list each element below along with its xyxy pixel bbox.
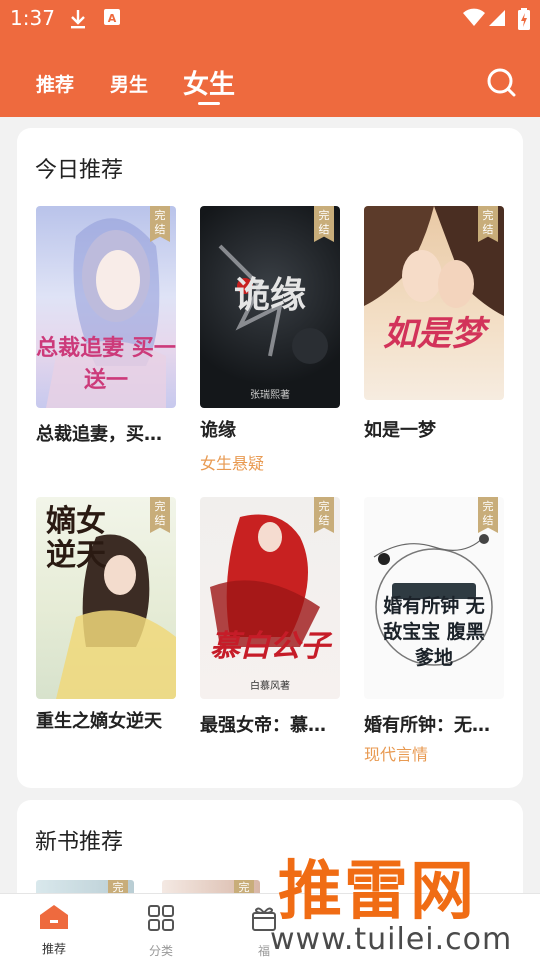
tab-male[interactable]: 男生 — [110, 70, 148, 97]
book-cover: 总裁追妻 买一送一 完结 — [36, 206, 176, 408]
today-recommend-card: 今日推荐 总裁追妻 买一送一 完结 总裁追妻，买… 诡缘 张瑞熙著 完结 诡缘 … — [17, 128, 523, 788]
book-item[interactable]: 慕白公子 白慕风著 完结 最强女帝：慕… — [200, 497, 340, 736]
nav-item-recommend[interactable]: 推荐 — [24, 904, 84, 957]
cover-author: 白慕风著 — [250, 681, 290, 692]
book-cover: 嫡女逆天 完结 — [36, 497, 176, 699]
book-title: 总裁追妻，买… — [36, 424, 162, 445]
status-time: 1:37 — [10, 6, 55, 30]
cover-text: 婚有所钟 无敌宝宝 腹黑爹地 — [383, 595, 485, 669]
search-icon[interactable] — [486, 67, 516, 97]
book-item[interactable]: 嫡女逆天 完结 重生之嫡女逆天 — [36, 497, 176, 732]
section-title: 今日推荐 — [35, 158, 124, 183]
download-icon — [68, 8, 88, 34]
home-icon — [39, 905, 69, 934]
grid-icon — [147, 905, 175, 936]
book-item[interactable]: 婚有所钟 无敌宝宝 腹黑爹地 完结 婚有所钟：无… 现代言情 — [364, 497, 504, 764]
book-item[interactable]: 如是梦 完结 如是一梦 — [364, 206, 504, 441]
status-bar: 1:37 A — [0, 0, 540, 36]
bottom-navigation: 推荐 分类 福 — [0, 893, 540, 960]
book-item[interactable]: 诡缘 张瑞熙著 完结 诡缘 女生悬疑 — [200, 206, 340, 473]
book-title: 如是一梦 — [364, 420, 436, 441]
book-cover: 慕白公子 白慕风著 完结 — [200, 497, 340, 699]
cover-text: 总裁追妻 买一送一 — [36, 335, 176, 393]
completed-badge: 完结 — [478, 497, 498, 533]
book-genre: 现代言情 — [364, 745, 429, 764]
signal-icon — [488, 8, 506, 32]
cover-text: 诡缘 — [233, 274, 306, 316]
book-title: 婚有所钟：无… — [364, 715, 490, 736]
nav-item-welfare[interactable]: 福 — [234, 904, 294, 959]
book-cover: 诡缘 张瑞熙著 完结 — [200, 206, 340, 408]
book-cover: 婚有所钟 无敌宝宝 腹黑爹地 完结 — [364, 497, 504, 699]
cover-text: 如是梦 — [383, 314, 485, 354]
active-tab-indicator — [198, 102, 220, 105]
category-tabs: 推荐 男生 女生 — [0, 62, 540, 106]
app-header: 1:37 A 推荐 男生 女生 — [0, 0, 540, 117]
wifi-icon — [462, 8, 486, 32]
nav-item-category[interactable]: 分类 — [131, 904, 191, 959]
book-cover: 如是梦 完结 — [364, 206, 504, 400]
text-app-icon: A — [104, 8, 120, 30]
completed-badge: 完结 — [314, 497, 334, 533]
cover-text: 慕白公子 — [210, 629, 330, 664]
battery-charging-icon — [518, 8, 530, 34]
completed-badge: 完结 — [150, 497, 170, 533]
book-title: 重生之嫡女逆天 — [36, 711, 162, 732]
cover-author: 张瑞熙著 — [250, 390, 290, 401]
book-genre: 女生悬疑 — [200, 454, 265, 473]
tab-recommend[interactable]: 推荐 — [36, 70, 74, 97]
book-title: 诡缘 — [200, 420, 236, 441]
nav-label: 推荐 — [41, 942, 66, 956]
tab-female[interactable]: 女生 — [183, 64, 235, 101]
svg-text:A: A — [108, 12, 117, 25]
book-title: 最强女帝：慕… — [200, 715, 326, 736]
cover-text: 嫡女逆天 — [46, 504, 106, 573]
nav-label: 分类 — [148, 944, 173, 958]
section-title: 新书推荐 — [35, 830, 124, 855]
nav-label: 福 — [257, 944, 270, 958]
gift-icon — [250, 907, 278, 936]
book-item[interactable]: 总裁追妻 买一送一 完结 总裁追妻，买… — [36, 206, 176, 445]
